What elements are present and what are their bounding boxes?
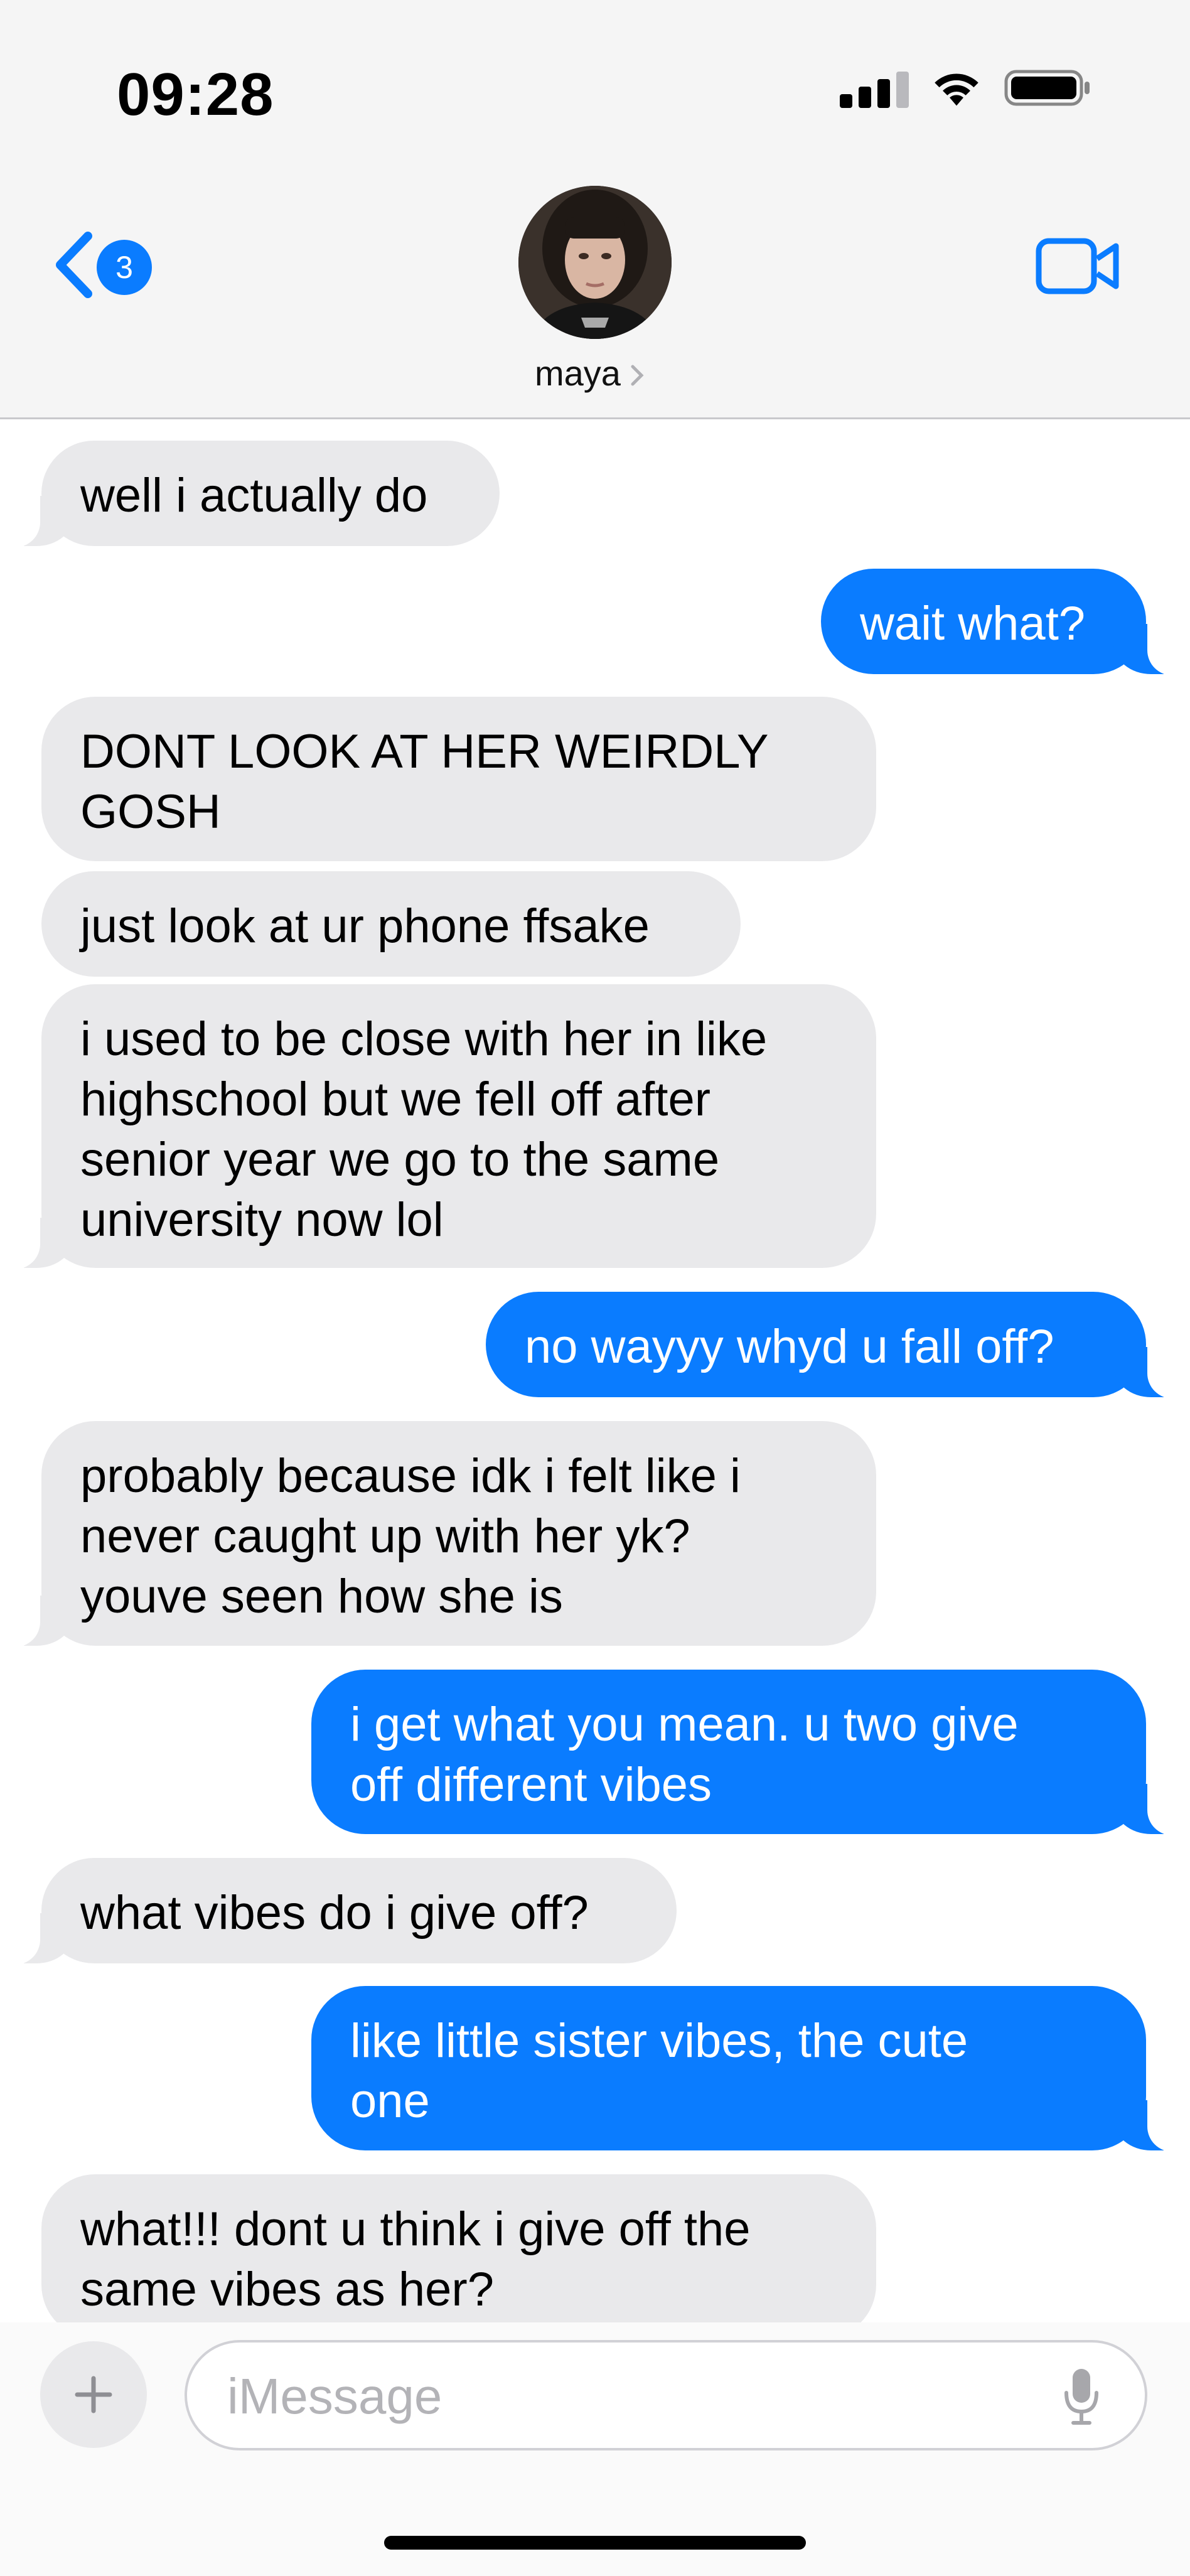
microphone-icon[interactable] <box>1062 2366 1101 2427</box>
avatar-photo <box>518 186 672 339</box>
conversation-header: 09:28 3 maya <box>0 0 1190 419</box>
incoming-message-bubble[interactable]: what vibes do i give off? <box>15 1858 677 1965</box>
outgoing-message-bubble[interactable]: i get what you mean. u two give off diff… <box>311 1670 1172 1835</box>
incoming-message-bubble[interactable]: i used to be close with her in like high… <box>15 984 876 1269</box>
contact-name[interactable]: maya <box>535 353 621 394</box>
home-indicator[interactable] <box>384 2536 806 2550</box>
contact-avatar[interactable] <box>518 186 672 339</box>
chevron-right-icon[interactable] <box>629 363 645 388</box>
outgoing-message-bubble[interactable]: no wayyy whyd u fall off? <box>486 1292 1172 1398</box>
plus-icon <box>75 2376 112 2413</box>
back-chevron-icon[interactable] <box>49 227 99 303</box>
outgoing-message-bubble[interactable]: like little sister vibes, the cute one <box>311 1986 1172 2152</box>
incoming-message-bubble[interactable]: what!!! dont u think i give off the same… <box>41 2174 876 2339</box>
incoming-message-bubble[interactable]: well i actually do <box>15 441 500 547</box>
wifi-icon <box>935 73 978 106</box>
incoming-message-bubble[interactable]: DONT LOOK AT HER WEIRDLY GOSH <box>41 697 876 861</box>
input-placeholder: iMessage <box>227 2368 442 2424</box>
cellular-signal-icon <box>840 68 909 108</box>
imessage-input[interactable]: iMessage <box>185 2340 1147 2450</box>
status-time: 09:28 <box>117 61 274 128</box>
video-camera-icon[interactable] <box>1036 237 1121 295</box>
unread-count-badge[interactable]: 3 <box>97 240 152 295</box>
battery-icon <box>1004 70 1090 106</box>
outgoing-message-bubble[interactable]: wait what? <box>821 569 1172 675</box>
incoming-message-bubble[interactable]: just look at ur phone ffsake <box>41 871 741 977</box>
add-attachment-button[interactable] <box>40 2341 147 2448</box>
incoming-message-bubble[interactable]: probably because idk i felt like i never… <box>15 1421 876 1647</box>
